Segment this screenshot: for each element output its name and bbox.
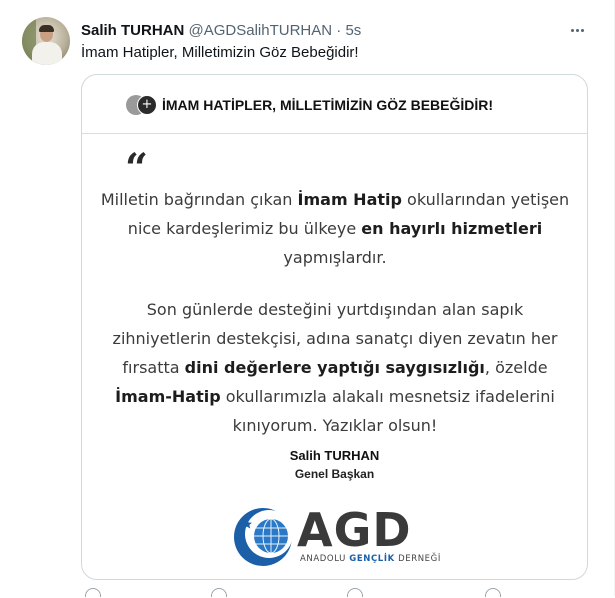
author-name[interactable]: Salih TURHAN <box>81 22 184 39</box>
separator-dot: · <box>336 22 342 39</box>
tweet[interactable]: Salih TURHAN @AGDSalihTURHAN · 5s İmam H… <box>0 0 615 598</box>
emphasized-text: en hayırlı hizmetleri <box>361 219 543 238</box>
logo-subtitle: ANADOLU GENÇLİK DERNEĞİ <box>300 554 441 564</box>
statement-paragraph-1: Milletin bağrından çıkan İmam Hatip okul… <box>100 185 570 272</box>
tweet-header: Salih TURHAN @AGDSalihTURHAN · 5s <box>81 21 361 41</box>
media-card[interactable]: + İMAM HATİPLER, MİLLETİMİZİN GÖZ BEBEĞİ… <box>81 74 588 580</box>
emphasized-text: dini değerlere yaptığı saygısızlığı <box>184 358 485 377</box>
avatar-figure <box>32 42 62 65</box>
author-handle[interactable]: @AGDSalihTURHAN <box>189 22 333 39</box>
tweet-text: İmam Hatipler, Milletimizin Göz Bebeğidi… <box>81 44 359 61</box>
badge-glyph: + <box>137 95 157 115</box>
action-bar <box>81 588 586 598</box>
crescent-globe-icon <box>234 508 293 566</box>
statement-paragraph-2: Son günlerde desteğini yurtdışından alan… <box>100 295 570 440</box>
quote-mark-icon: “ <box>125 145 149 192</box>
more-horizontal-icon[interactable] <box>567 20 587 40</box>
statement-text: yapmışlardır. <box>283 248 387 267</box>
avatar[interactable] <box>22 17 70 65</box>
tweet-time[interactable]: 5s <box>345 22 361 39</box>
signature-name: Salih TURHAN <box>289 448 380 463</box>
emphasized-text: İmam Hatip <box>297 190 402 209</box>
plus-badge-icon: + <box>126 95 160 115</box>
card-title: İMAM HATİPLER, MİLLETİMİZİN GÖZ BEBEĞİDİ… <box>162 97 494 113</box>
card-header: + İMAM HATİPLER, MİLLETİMİZİN GÖZ BEBEĞİ… <box>82 75 587 134</box>
emphasized-text: İmam-Hatip <box>115 387 221 406</box>
statement-text: , özelde <box>484 358 548 377</box>
statement-text: Milletin bağrından çıkan <box>100 190 298 209</box>
avatar-hair <box>39 25 54 32</box>
agd-logo: AGD ANADOLU GENÇLİK DERNEĞİ <box>233 505 443 569</box>
logo-wordmark: AGD <box>297 503 412 557</box>
statement-text: okullarımızla alakalı mesnetsiz ifadeler… <box>220 387 555 435</box>
signature-title: Genel Başkan <box>294 467 375 481</box>
